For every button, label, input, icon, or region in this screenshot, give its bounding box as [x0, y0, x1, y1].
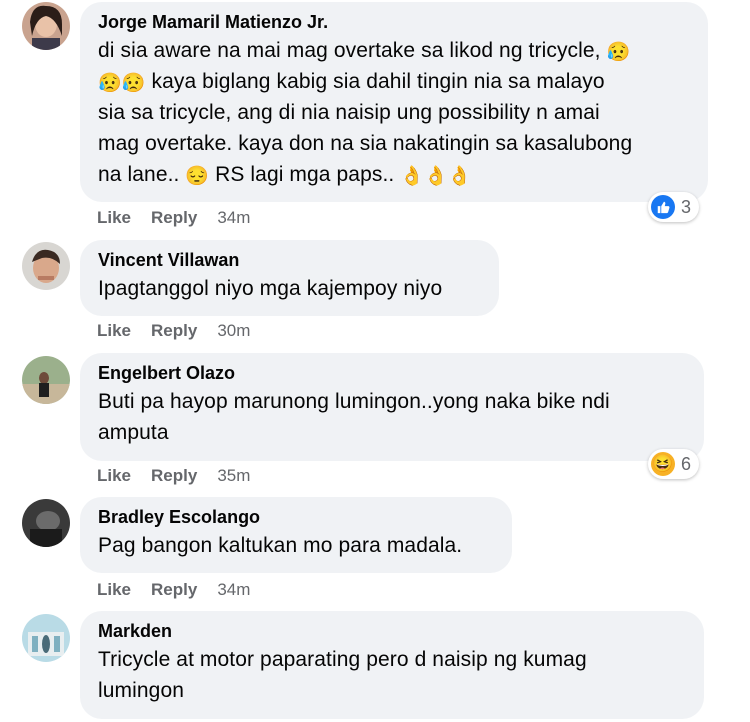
reaction-summary[interactable]: 😆 6	[648, 449, 700, 479]
reply-button[interactable]: Reply	[151, 208, 197, 227]
timestamp[interactable]: 34m	[217, 580, 250, 599]
comment-text: Tricycle at motor paparating pero d nais…	[98, 648, 587, 702]
like-button[interactable]: Like	[97, 466, 131, 485]
comment-author[interactable]: Bradley Escolango	[98, 506, 494, 528]
comment-actions: Like Reply 30m	[97, 321, 270, 341]
crying-emoji-icon: 😥	[121, 73, 146, 94]
avatar[interactable]	[22, 499, 70, 547]
comment-bubble: Jorge Mamaril Matienzo Jr. di sia aware …	[80, 2, 708, 202]
crying-emoji-icon: 😥	[606, 42, 631, 63]
comment-text: di sia aware na mai mag overtake sa liko…	[98, 39, 633, 187]
comment-text: Buti pa hayop marunong lumingon..yong na…	[98, 390, 610, 444]
haha-icon: 😆	[651, 452, 675, 476]
comment-actions: Like Reply 34m	[97, 208, 270, 228]
crying-emoji-icon: 😥	[98, 73, 122, 94]
reaction-count: 3	[681, 196, 692, 217]
ok-hand-emoji-icon: 👌	[424, 166, 448, 187]
reaction-summary[interactable]: 3	[648, 192, 700, 222]
comment-bubble: Engelbert Olazo Buti pa hayop marunong l…	[80, 353, 704, 461]
ok-hand-emoji-icon: 👌	[447, 166, 472, 187]
timestamp[interactable]: 34m	[217, 208, 250, 227]
like-button[interactable]: Like	[97, 580, 131, 599]
comment-author[interactable]: Jorge Mamaril Matienzo Jr.	[98, 11, 690, 33]
avatar[interactable]	[22, 614, 70, 662]
avatar[interactable]	[22, 356, 70, 404]
avatar[interactable]	[22, 242, 70, 290]
comment-text: Pag bangon kaltukan mo para madala.	[98, 534, 463, 557]
comment-actions: Like Reply 34m	[97, 580, 270, 600]
pensive-emoji-icon: 😔	[185, 166, 210, 187]
comment-author[interactable]: Markden	[98, 620, 686, 642]
timestamp[interactable]: 30m	[217, 321, 250, 340]
like-button[interactable]: Like	[97, 321, 131, 340]
reply-button[interactable]: Reply	[151, 580, 197, 599]
comment-actions: Like Reply 35m	[97, 466, 270, 486]
avatar[interactable]	[22, 2, 70, 50]
comment-text: Ipagtanggol niyo mga kajempoy niyo	[98, 277, 443, 300]
comment-author[interactable]: Engelbert Olazo	[98, 362, 686, 384]
reply-button[interactable]: Reply	[151, 466, 197, 485]
comment-bubble: Bradley Escolango Pag bangon kaltukan mo…	[80, 497, 512, 573]
like-icon	[651, 195, 675, 219]
comment-author[interactable]: Vincent Villawan	[98, 249, 481, 271]
like-button[interactable]: Like	[97, 208, 131, 227]
reaction-count: 6	[681, 453, 692, 474]
comment-bubble: Vincent Villawan Ipagtanggol niyo mga ka…	[80, 240, 499, 316]
comment-bubble: Markden Tricycle at motor paparating per…	[80, 611, 704, 719]
timestamp[interactable]: 35m	[217, 466, 250, 485]
reply-button[interactable]: Reply	[151, 321, 197, 340]
ok-hand-emoji-icon: 👌	[400, 166, 425, 187]
